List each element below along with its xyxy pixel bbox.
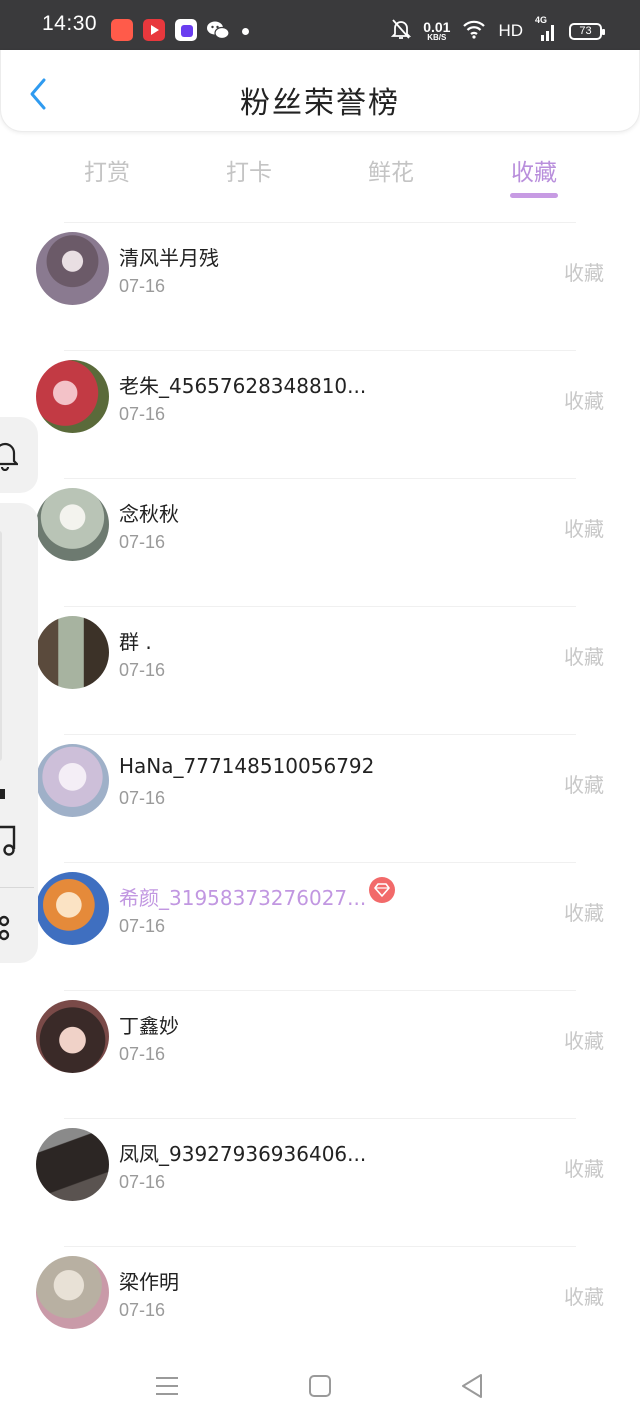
list-item[interactable]: HaNa_777148510056792 07-16 收藏	[0, 734, 640, 862]
menu-icon	[156, 1377, 178, 1395]
active-tab-indicator	[510, 193, 558, 198]
fan-date: 07-16	[119, 404, 166, 424]
network-speed: 0.01 KB/S	[423, 19, 451, 42]
more-notifications-dot	[242, 28, 249, 35]
list-item[interactable]: 念秋秋 07-16 收藏	[0, 478, 640, 606]
avatar[interactable]	[36, 872, 109, 945]
tab-favorites[interactable]: 收藏	[484, 153, 584, 187]
menu-button[interactable]	[147, 1366, 187, 1406]
list-item[interactable]: 老朱_45657628348810... 07-16 收藏	[0, 350, 640, 478]
divider	[64, 862, 576, 863]
divider	[64, 350, 576, 351]
list-item[interactable]: 群 . 07-16 收藏	[0, 606, 640, 734]
floating-bell-panel[interactable]	[0, 417, 38, 493]
divider	[64, 990, 576, 991]
list-item[interactable]: 凤凤_93927936936406... 07-16 收藏	[0, 1118, 640, 1246]
system-nav-bar	[0, 1352, 640, 1422]
fan-date: 07-16	[119, 532, 166, 552]
fan-date: 07-16	[119, 660, 166, 680]
fan-name: 凤凤_93927936936406...	[119, 1142, 367, 1166]
fan-name: 梁作明	[119, 1270, 179, 1294]
avatar[interactable]	[36, 1000, 109, 1073]
list-item[interactable]: 希颜_31958373276027... 07-16 收藏	[0, 862, 640, 990]
home-button[interactable]	[300, 1366, 340, 1406]
fan-date: 07-16	[119, 788, 166, 808]
wechat-icon	[206, 19, 230, 41]
vip-diamond-icon	[369, 877, 395, 903]
status-bar: 14:30 0.01 KB/S HD 4G 73	[0, 0, 640, 50]
action-label: 收藏	[564, 1285, 604, 1309]
more-icon	[0, 789, 5, 799]
music-note-icon[interactable]	[0, 823, 18, 857]
header: 粉丝荣誉榜	[0, 50, 640, 132]
avatar[interactable]	[36, 488, 109, 561]
hd-indicator: HD	[498, 21, 523, 40]
divider	[64, 734, 576, 735]
fan-name: HaNa_777148510056792	[119, 754, 375, 778]
status-indicators: 0.01 KB/S HD 4G 73	[391, 15, 605, 46]
fan-name: 念秋秋	[119, 502, 179, 526]
panel-scroll-track	[0, 531, 2, 761]
list-item[interactable]: 丁鑫妙 07-16 收藏	[0, 990, 640, 1118]
tab-checkin[interactable]: 打卡	[199, 153, 299, 187]
action-label: 收藏	[564, 389, 604, 413]
status-time: 14:30	[42, 12, 98, 35]
signal-icon: 4G	[535, 15, 557, 41]
fan-name: 希颜_31958373276027...	[119, 886, 367, 910]
avatar[interactable]	[36, 232, 109, 305]
divider	[64, 1246, 576, 1247]
tab-flowers[interactable]: 鲜花	[341, 153, 441, 187]
app-notification-icon	[111, 19, 133, 41]
avatar[interactable]	[36, 360, 109, 433]
fan-date: 07-16	[119, 1172, 166, 1192]
action-label: 收藏	[564, 773, 604, 797]
back-triangle-icon	[462, 1374, 482, 1398]
divider	[64, 478, 576, 479]
avatar[interactable]	[36, 1128, 109, 1201]
divider	[64, 222, 576, 223]
bell-icon	[0, 442, 18, 471]
fan-date: 07-16	[119, 1044, 166, 1064]
fan-name: 老朱_45657628348810...	[119, 374, 367, 398]
avatar[interactable]	[36, 1256, 109, 1329]
list-item[interactable]: 清风半月残 07-16 收藏	[0, 222, 640, 350]
action-label: 收藏	[564, 645, 604, 669]
tab-reward[interactable]: 打赏	[57, 153, 157, 187]
page-title: 粉丝荣誉榜	[240, 86, 400, 121]
back-nav-button[interactable]	[452, 1366, 492, 1406]
tab-bar: 打赏 打卡 鲜花 收藏	[0, 145, 640, 205]
app-notification-icon	[175, 19, 197, 41]
avatar[interactable]	[36, 744, 109, 817]
fan-date: 07-16	[119, 1300, 166, 1320]
avatar[interactable]	[36, 616, 109, 689]
action-label: 收藏	[564, 1029, 604, 1053]
fan-date: 07-16	[119, 916, 166, 936]
divider	[64, 1118, 576, 1119]
fan-name: 清风半月残	[119, 246, 219, 270]
mute-bell-icon	[391, 18, 412, 45]
fan-date: 07-16	[119, 276, 166, 296]
action-label: 收藏	[564, 901, 604, 925]
floating-tools-panel[interactable]	[0, 503, 38, 963]
action-label: 收藏	[564, 517, 604, 541]
video-app-icon	[143, 19, 165, 41]
divider	[0, 887, 34, 888]
fan-name: 丁鑫妙	[119, 1014, 179, 1038]
action-label: 收藏	[564, 261, 604, 285]
settings-icon[interactable]	[0, 913, 18, 943]
fan-name: 群 .	[119, 630, 152, 654]
divider	[64, 606, 576, 607]
battery-indicator: 73	[569, 22, 605, 40]
home-square-icon	[309, 1375, 331, 1397]
wifi-icon	[462, 19, 486, 44]
action-label: 收藏	[564, 1157, 604, 1181]
